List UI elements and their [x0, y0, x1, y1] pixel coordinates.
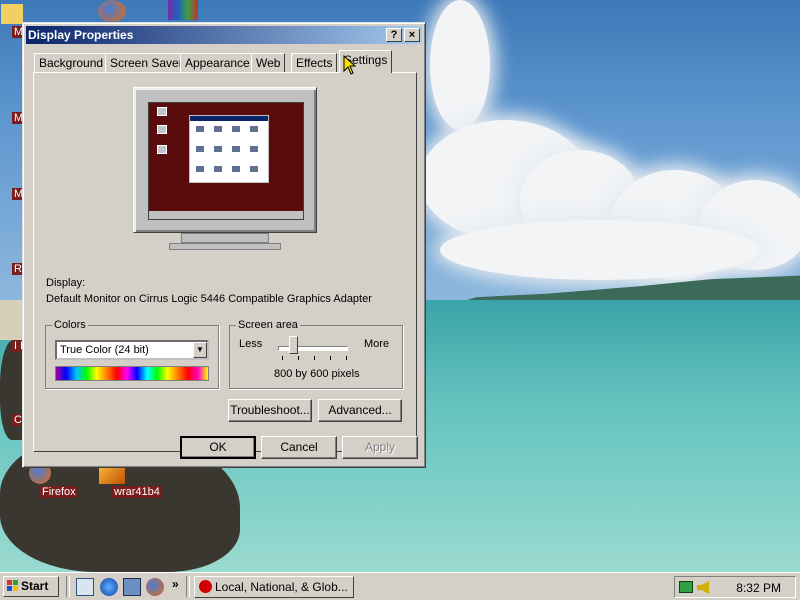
volume-icon[interactable] [697, 581, 709, 594]
colors-dropdown[interactable]: True Color (24 bit) ▼ [55, 340, 209, 360]
mouse-pointer-icon [343, 55, 357, 75]
close-button[interactable]: × [404, 28, 420, 42]
taskbar-button-opera[interactable]: Local, National, & Glob... [194, 576, 354, 598]
monitor-stand [181, 233, 269, 243]
window-title: Display Properties [28, 28, 134, 42]
tab-screen-saver[interactable]: Screen Saver [105, 53, 188, 72]
display-label: Display: [46, 277, 86, 289]
monitor-base [169, 243, 281, 250]
quick-launch-chevron[interactable]: » [172, 577, 179, 591]
screen-area-group-label: Screen area [236, 319, 300, 331]
screen-area-group: Screen area Less More 800 by 600 pixels [229, 319, 403, 389]
opera-icon [199, 580, 212, 593]
chevron-down-icon[interactable]: ▼ [193, 342, 207, 358]
tab-background[interactable]: Background [34, 53, 109, 72]
start-button[interactable]: Start [3, 576, 59, 597]
title-bar[interactable]: Display Properties ? × [26, 26, 422, 44]
troubleshoot-button[interactable]: Troubleshoot... [228, 399, 312, 422]
more-label: More [364, 338, 390, 350]
help-button[interactable]: ? [386, 28, 402, 42]
windows-logo-icon [7, 580, 18, 591]
winrar-icon[interactable] [168, 0, 198, 20]
preview-taskbar [149, 211, 303, 219]
less-label: Less [239, 338, 263, 350]
system-tray: 8:32 PM [674, 576, 796, 598]
desktop-icon-my-documents[interactable]: My D [0, 4, 42, 38]
taskbar-button-label: Local, National, & Glob... [215, 580, 348, 594]
outlook-icon[interactable] [123, 578, 141, 596]
tab-effects[interactable]: Effects [291, 53, 338, 72]
my-documents-icon [1, 4, 23, 24]
screen-resolution-text: 800 by 600 pixels [274, 368, 360, 380]
display-adapter-text: Default Monitor on Cirrus Logic 5446 Com… [46, 293, 372, 305]
cancel-button[interactable]: Cancel [261, 436, 337, 459]
firefox-icon[interactable] [146, 578, 164, 596]
firefox-icon[interactable] [98, 0, 126, 22]
screen-area-slider-thumb[interactable] [289, 336, 299, 354]
taskbar: Start » Local, National, & Glob... 8:32 … [0, 572, 800, 600]
tab-web[interactable]: Web [251, 53, 286, 72]
start-label: Start [21, 579, 49, 593]
preview-desktop [148, 102, 304, 220]
tab-appearance[interactable]: Appearance [180, 53, 255, 72]
display-properties-window: Display Properties ? × Background Screen… [22, 22, 426, 468]
colors-group-label: Colors [52, 319, 88, 331]
monitor-preview [133, 87, 317, 233]
network-icon[interactable] [679, 581, 693, 593]
colors-dropdown-value: True Color (24 bit) [60, 344, 149, 356]
clock[interactable]: 8:32 PM [736, 581, 781, 595]
internet-explorer-icon[interactable] [100, 578, 118, 596]
apply-button[interactable]: Apply [342, 436, 418, 459]
color-spectrum-bar [55, 366, 209, 381]
show-desktop-icon[interactable] [76, 578, 94, 596]
ok-button[interactable]: OK [180, 436, 256, 459]
advanced-button[interactable]: Advanced... [318, 399, 402, 422]
preview-window [189, 115, 269, 183]
colors-group: Colors True Color (24 bit) ▼ [45, 319, 219, 389]
